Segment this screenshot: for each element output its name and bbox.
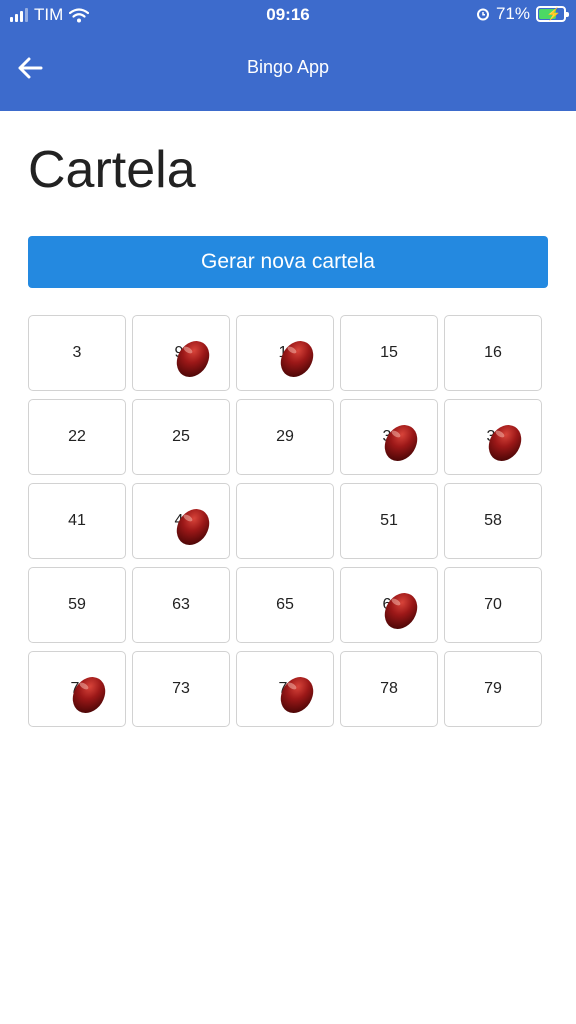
bean-marker-icon [384,425,418,461]
bingo-cell[interactable]: 79 [444,651,542,727]
bingo-cell-number: 15 [380,344,398,361]
bingo-cell[interactable]: 9 [132,315,230,391]
bingo-cell-number: 73 [172,680,190,697]
bingo-cell[interactable]: 41 [28,483,126,559]
bingo-cell-number: 25 [172,428,190,445]
bingo-cell-number: 41 [68,512,86,529]
bingo-card: 3 9 1 15 16 22 25 29 3 3 41 4 51 58 59 63 65 6 70 7 73 7 78 79 [28,315,544,727]
battery-percentage: 71% [495,4,530,23]
bingo-cell[interactable]: 3 [28,315,126,391]
bingo-cell[interactable] [236,483,334,559]
bingo-cell-number: 22 [68,428,86,445]
bingo-cell-number: 65 [276,596,294,613]
bingo-cell[interactable]: 25 [132,399,230,475]
bingo-cell[interactable]: 4 [132,483,230,559]
bingo-cell[interactable]: 22 [28,399,126,475]
bingo-cell[interactable]: 59 [28,567,126,643]
bingo-cell[interactable]: 15 [340,315,438,391]
bean-marker-icon [488,425,522,461]
toolbar: Bingo App [0,40,576,96]
bingo-cell[interactable]: 58 [444,483,542,559]
bingo-cell-number: 59 [68,596,86,613]
bingo-cell-number: 63 [172,596,190,613]
bingo-cell-number: 58 [484,512,502,529]
bingo-cell-number: 70 [484,596,502,613]
bean-marker-icon [176,509,210,545]
bingo-cell[interactable]: 7 [236,651,334,727]
bingo-cell[interactable]: 6 [340,567,438,643]
toolbar-title: Bingo App [246,57,330,77]
bingo-cell[interactable]: 7 [28,651,126,727]
generate-card-button[interactable]: Gerar nova cartela [28,236,548,288]
bingo-cell-number: 79 [484,680,502,697]
bingo-cell[interactable]: 29 [236,399,334,475]
bingo-cell[interactable]: 1 [236,315,334,391]
page-title: Cartela [28,141,196,199]
bingo-cell[interactable]: 16 [444,315,542,391]
bean-marker-icon [384,593,418,629]
bingo-cell-number: 3 [72,344,82,361]
bean-marker-icon [280,341,314,377]
bingo-cell[interactable]: 3 [340,399,438,475]
bingo-cell[interactable]: 70 [444,567,542,643]
alarm-icon [476,8,489,21]
bingo-cell-number: 78 [380,680,398,697]
bingo-cell[interactable]: 63 [132,567,230,643]
bingo-cell-number: 29 [276,428,294,445]
bingo-cell[interactable]: 78 [340,651,438,727]
bean-marker-icon [280,677,314,713]
bingo-cell-number: 16 [484,344,502,361]
bingo-cell[interactable]: 3 [444,399,542,475]
status-bar: TIM 09:16 71% ⚡ [0,0,576,32]
bean-marker-icon [72,677,106,713]
bingo-cell[interactable]: 73 [132,651,230,727]
bingo-cell-number: 51 [380,512,398,529]
app-header: TIM 09:16 71% ⚡ Bingo App [0,0,576,111]
bingo-cell[interactable]: 51 [340,483,438,559]
bingo-cell[interactable]: 65 [236,567,334,643]
bean-marker-icon [176,341,210,377]
battery-icon: ⚡ [536,6,569,22]
